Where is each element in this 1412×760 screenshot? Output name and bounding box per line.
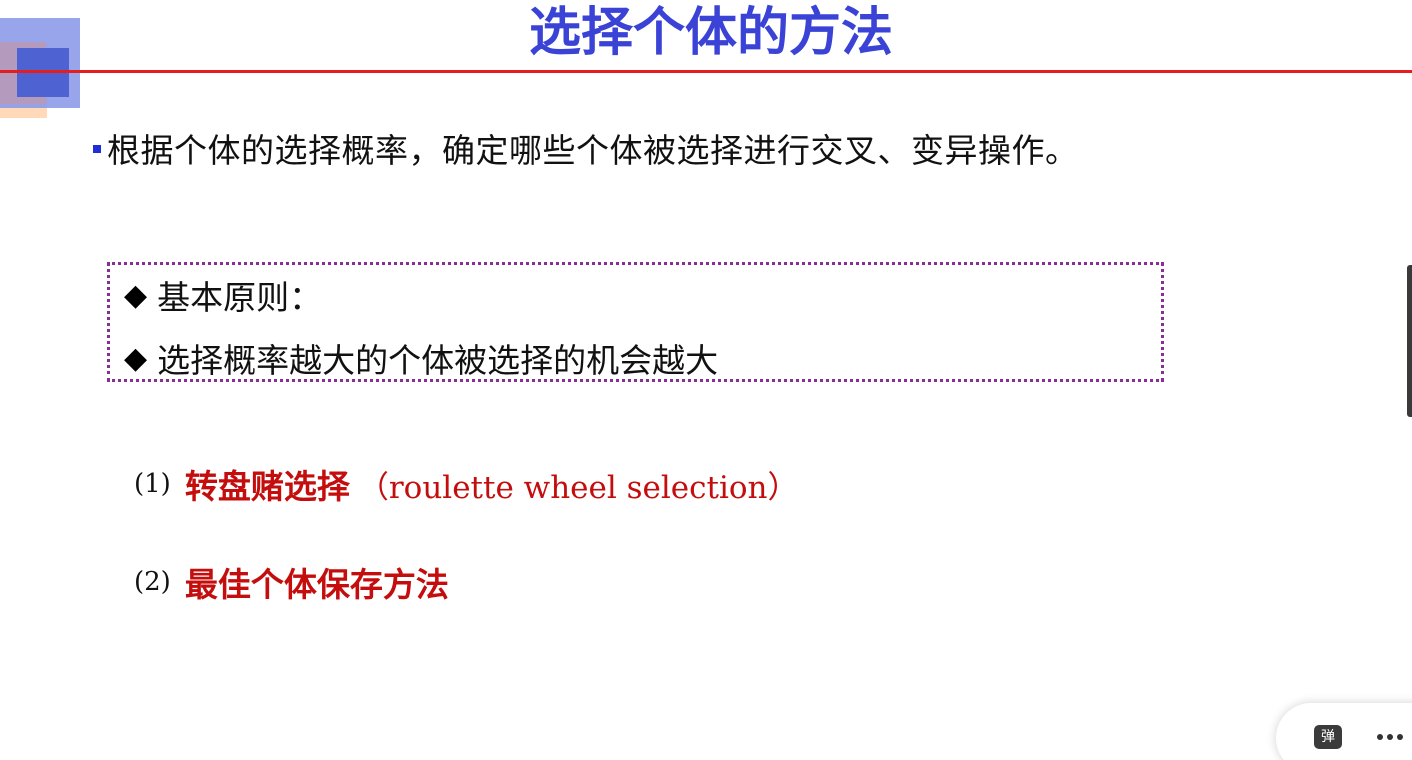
principle-text: 基本原则： [157,278,323,317]
more-horizontal-icon[interactable] [1370,723,1410,751]
diamond-bullet-icon: ◆ [124,277,148,313]
slide-title: 选择个体的方法 [528,3,893,63]
dot [1377,734,1383,740]
floating-toolbar: 弹 [1276,703,1412,760]
diamond-bullet-icon: ◆ [124,340,148,376]
square-bullet-icon [93,145,101,153]
side-scroll-handle[interactable] [1407,265,1412,417]
method-number: (2) [134,567,171,597]
slide-page: 选择个体的方法 根据个体的选择概率，确定哪些个体被选择进行交叉、变异操作。 ◆ … [0,0,1412,760]
dot [1397,734,1403,740]
method-number: (1) [134,469,171,499]
method-name: 最佳个体保存方法 [184,565,449,604]
method-item-elitist: (2) 最佳个体保存方法 [134,557,449,607]
principle-item: ◆ 选择概率越大的个体被选择的机会越大 [124,336,719,381]
principle-item: ◆ 基本原则： [124,273,323,318]
title-underline [0,70,1412,73]
dot [1387,734,1393,740]
principle-text: 选择概率越大的个体被选择的机会越大 [157,341,719,380]
principle-box: ◆ 基本原则： ◆ 选择概率越大的个体被选择的机会越大 [107,262,1164,382]
intro-text: 根据个体的选择概率，确定哪些个体被选择进行交叉、变异操作。 [107,131,1079,170]
method-english-name: （roulette wheel selection） [357,469,799,506]
method-name: 转盘赌选择 [184,467,350,506]
intro-bullet: 根据个体的选择概率，确定哪些个体被选择进行交叉、变异操作。 [93,124,1079,172]
danmu-toggle-button[interactable]: 弹 [1314,725,1342,749]
method-item-roulette: (1) 转盘赌选择 （roulette wheel selection） [134,459,799,509]
